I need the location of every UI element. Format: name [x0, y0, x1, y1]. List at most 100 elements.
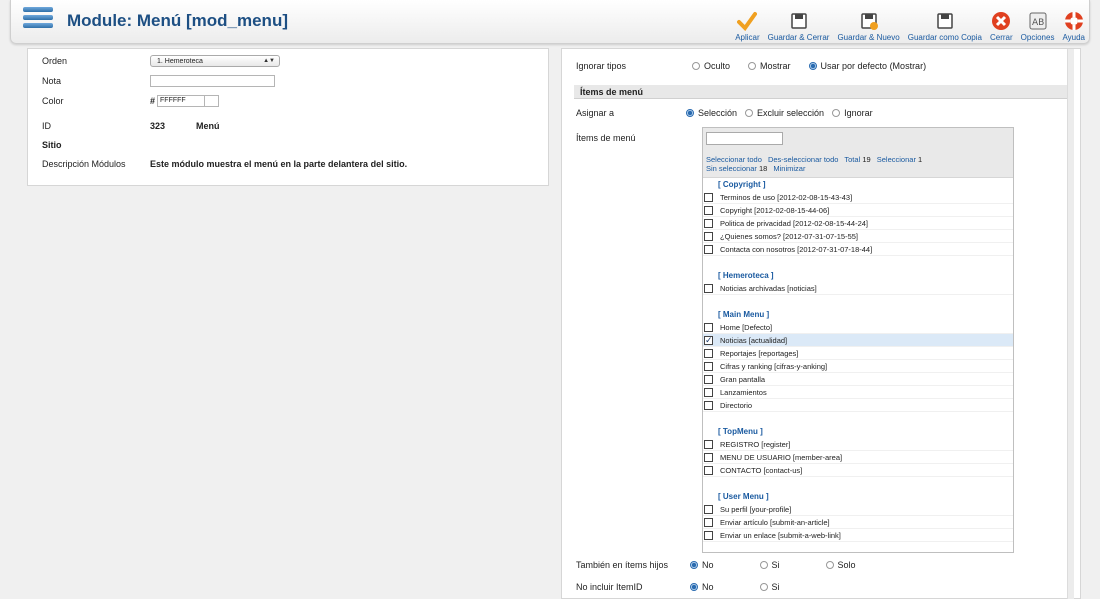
ignorar-tipos-label: Ignorar tipos [576, 61, 627, 71]
menu-item-row[interactable]: MENU DE USUARIO [member-area] [703, 451, 1013, 464]
menu-item-row[interactable]: Enviar artículo [submit-an-article] [703, 516, 1013, 529]
radio-itemid-si[interactable]: Si [759, 582, 780, 592]
menu-item-row[interactable]: Gran pantalla [703, 373, 1013, 386]
color-row: Color # FFFFFF [42, 94, 220, 108]
radio-label: Excluir selección [757, 108, 825, 118]
checkbox[interactable] [704, 465, 713, 475]
menu-item-label: Home [Defecto] [720, 322, 773, 332]
checkbox-checked[interactable] [704, 335, 713, 346]
help-icon [1064, 12, 1083, 30]
options-label: Opciones [1020, 33, 1055, 42]
help-button[interactable]: Ayuda [1058, 4, 1089, 42]
radio-hijos-si[interactable]: Si [759, 560, 780, 570]
menu-item-row[interactable]: Noticias [actualidad] [703, 334, 1013, 347]
radio-label: Usar por defecto (Mostrar) [820, 61, 927, 71]
unselected-label[interactable]: Sin seleccionar [706, 164, 757, 173]
checkbox[interactable] [704, 322, 713, 332]
ignorar-tipos-row: Ignorar tipos Oculto Mostrar Usar por de… [576, 59, 940, 73]
menu-item-row[interactable]: Lanzamientos [703, 386, 1013, 399]
apply-label: Aplicar [735, 33, 760, 42]
menu-item-row[interactable]: Copyright [2012-02-08-15-44-06] [703, 204, 1013, 217]
radio-usar-defecto[interactable]: Usar por defecto (Mostrar) [808, 61, 927, 71]
menu-item-row[interactable]: REGISTRO [register] [703, 438, 1013, 451]
save-new-button[interactable]: Guardar & Nuevo [833, 4, 903, 42]
items-label: Ítems de menú [576, 133, 636, 143]
page-title: Module: Menú [mod_menu] [67, 11, 288, 30]
save-new-label: Guardar & Nuevo [837, 33, 900, 42]
menu-item-row[interactable]: ¿Quienes somos? [2012-07-31-07-15-55] [703, 230, 1013, 243]
menu-item-row[interactable]: Home [Defecto] [703, 321, 1013, 334]
menu-item-label: REGISTRO [register] [720, 439, 791, 449]
description-value: Este módulo muestra el menú en la parte … [150, 159, 408, 169]
selected-value: 1 [918, 155, 923, 164]
checkbox[interactable] [704, 530, 713, 540]
checkbox[interactable] [704, 504, 713, 514]
minimize-link[interactable]: Minimizar [773, 164, 805, 173]
menu-items-search-input[interactable] [706, 132, 783, 145]
menu-item-label: Su perfil [your-profile] [720, 504, 792, 514]
menu-item-row[interactable]: Enviar un enlace [submit-a-web-link] [703, 529, 1013, 542]
menu-item-row[interactable]: Directorio [703, 399, 1013, 412]
menu-item-row[interactable]: Politica de privacidad [2012-02-08-15-44… [703, 217, 1013, 230]
menu-item-row[interactable]: Su perfil [your-profile] [703, 503, 1013, 516]
checkbox[interactable] [704, 374, 713, 384]
radio-mostrar[interactable]: Mostrar [748, 61, 791, 71]
menu-item-label: Reportajes [reportages] [720, 348, 799, 358]
checkbox[interactable] [704, 517, 713, 527]
radio-label: No [702, 582, 714, 592]
deselect-all-link[interactable]: Des-seleccionar todo [768, 155, 838, 164]
select-all-link[interactable]: Seleccionar todo [706, 155, 762, 164]
radio-hijos-solo[interactable]: Solo [825, 560, 856, 570]
checkbox[interactable] [704, 387, 713, 397]
checkbox[interactable] [704, 244, 713, 254]
apply-button[interactable]: Aplicar [731, 4, 763, 42]
menu-item-row[interactable]: Reportajes [reportages] [703, 347, 1013, 360]
nota-input[interactable] [150, 75, 275, 87]
orden-select[interactable]: 1. Hemeroteca ▲▼ [150, 55, 280, 67]
asignar-label: Asignar a [576, 108, 615, 118]
checkbox[interactable] [704, 452, 713, 462]
radio-dot [832, 109, 841, 117]
menu-groups: [ Copyright ] Terminos de uso [2012-02-08… [703, 178, 1013, 542]
checkbox[interactable] [704, 283, 713, 293]
checkbox[interactable] [704, 361, 713, 371]
total-label: Total [844, 155, 861, 164]
svg-text:AB: AB [1032, 18, 1044, 28]
radio-hijos-no[interactable]: No [690, 560, 714, 570]
radio-seleccion[interactable]: Selección [686, 108, 737, 118]
id-row: ID 323 Menú [42, 119, 220, 133]
radio-ignorar[interactable]: Ignorar [832, 108, 873, 118]
radio-oculto[interactable]: Oculto [692, 61, 730, 71]
itemid-label: No incluir ItemID [576, 582, 643, 592]
scrollbar[interactable] [1067, 49, 1074, 599]
checkbox[interactable] [704, 192, 713, 202]
save-close-button[interactable]: Guardar & Cerrar [764, 4, 834, 42]
unselected-value: 18 [758, 164, 768, 173]
menu-item-row[interactable]: Noticias archivadas [noticias] [703, 282, 1013, 295]
menu-item-row[interactable]: Cifras y ranking [cifras-y-anking] [703, 360, 1013, 373]
radio-excluir[interactable]: Excluir selección [745, 108, 824, 118]
menu-item-row[interactable]: Contacta con nosotros [2012-07-31-07-18-… [703, 243, 1013, 256]
color-hash: # [150, 96, 156, 106]
color-input[interactable]: FFFFFF [157, 95, 206, 107]
menu-items-toolbar: Seleccionar todo Des-seleccionar todo To… [703, 128, 1013, 178]
checkbox[interactable] [704, 231, 713, 241]
checkbox[interactable] [704, 400, 713, 410]
checkbox[interactable] [704, 348, 713, 358]
menu-item-row[interactable]: Terminos de uso [2012-02-08-15-43-43] [703, 191, 1013, 204]
selected-label[interactable]: Seleccionar [877, 155, 916, 164]
checkbox[interactable] [704, 218, 713, 228]
radio-itemid-no[interactable]: No [690, 582, 714, 592]
menu-group-heading: [ TopMenu ] [718, 427, 763, 436]
menu-item-row[interactable]: CONTACTO [contact-us] [703, 464, 1013, 477]
checkbox[interactable] [704, 439, 713, 449]
options-button[interactable]: AB Opciones [1017, 4, 1059, 42]
checkbox[interactable] [704, 205, 713, 215]
nota-row: Nota [42, 74, 275, 88]
color-picker: # FFFFFF [150, 95, 220, 107]
close-button[interactable]: Cerrar [986, 4, 1017, 42]
color-swatch[interactable] [205, 95, 220, 107]
menu-items-list: Seleccionar todo Des-seleccionar todo To… [702, 127, 1014, 553]
close-label: Cerrar [989, 33, 1013, 42]
save-copy-button[interactable]: Guardar como Copia [904, 4, 986, 42]
